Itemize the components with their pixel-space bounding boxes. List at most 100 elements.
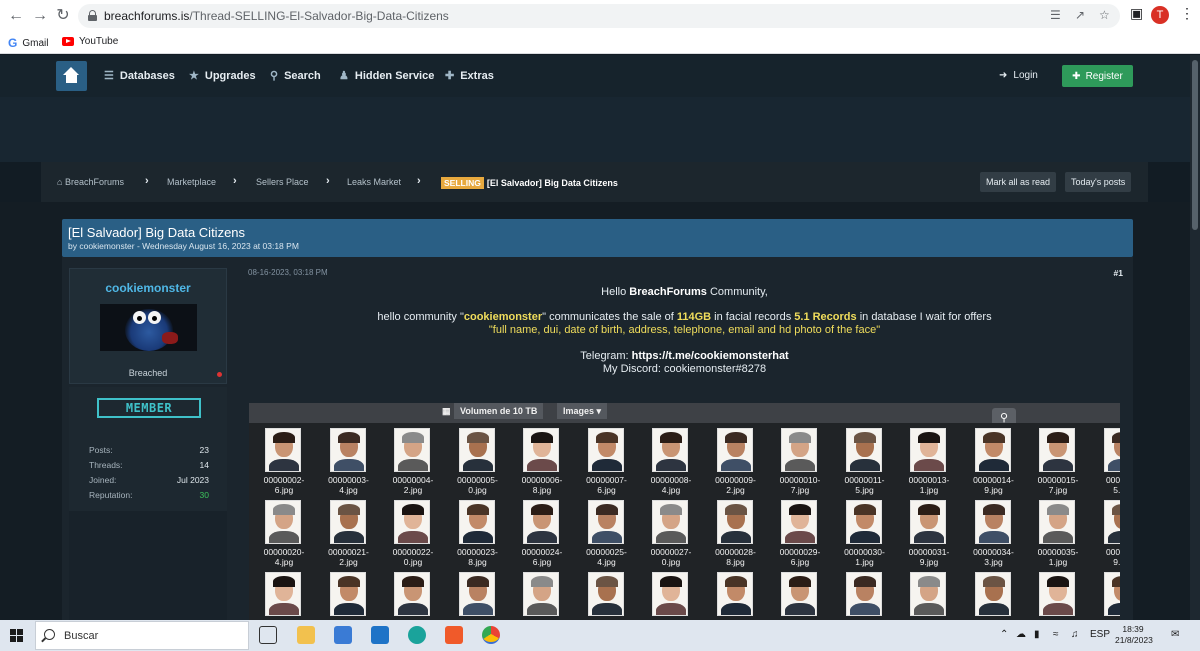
task-view-icon[interactable]	[259, 626, 277, 644]
image-thumbnail: 00000029- 6.jpg	[770, 500, 830, 570]
user-secret-icon: ♟	[339, 70, 349, 82]
telegram-link[interactable]: https://t.me/cookiemonsterhat	[632, 350, 789, 362]
face-photo	[974, 500, 1011, 544]
file-name: 00000006- 8.jpg	[521, 475, 563, 495]
kebab-menu-icon[interactable]: ⋮	[1180, 5, 1194, 22]
translate-icon[interactable]: ☰	[1050, 8, 1061, 22]
face-photo	[781, 572, 817, 616]
header-banner	[0, 97, 1200, 162]
face-photo	[910, 428, 946, 472]
volume-icon[interactable]: ♫	[1071, 629, 1079, 640]
face-photo	[974, 428, 1011, 472]
explorer-tab-volume: Volumen de 10 TB	[454, 403, 544, 419]
breadcrumb-leaks-market[interactable]: Leaks Market	[347, 177, 401, 187]
file-name: 00000004- 2.jpg	[392, 475, 434, 495]
nav-extras[interactable]: ✚ Extras	[445, 69, 494, 83]
back-arrow-icon[interactable]: ←	[6, 6, 26, 26]
bookmark-star-icon[interactable]: ☆	[1099, 8, 1110, 22]
chevron-right-icon: ›	[233, 175, 237, 187]
breadcrumb-home[interactable]: ⌂ BreachForums	[57, 177, 124, 187]
wifi-icon[interactable]: ≈	[1053, 629, 1059, 640]
image-thumbnail: 00000003- 4.jpg	[319, 428, 379, 498]
file-name: 0000036 9.jpg	[1105, 547, 1120, 567]
author-username[interactable]: cookiemonster	[70, 281, 226, 295]
author-stats: MEMBER Posts: 23 Threads: 14 Joined: Jul 20…	[69, 387, 227, 511]
notification-icon[interactable]: ✉	[1171, 629, 1179, 640]
file-name: 00000003- 4.jpg	[328, 475, 369, 495]
face-photo	[265, 572, 301, 616]
side-panel-icon[interactable]: ▣	[1130, 5, 1143, 22]
image-thumbnail	[512, 572, 572, 620]
image-thumbnail	[706, 572, 766, 620]
battery-icon[interactable]: ▮	[1034, 629, 1040, 640]
image-thumbnail: 00000024- 6.jpg	[512, 500, 572, 570]
share-icon[interactable]: ↗	[1075, 8, 1085, 22]
address-bar[interactable]: breachforums.is/Thread-SELLING-El-Salvad…	[78, 4, 1120, 28]
stat-row: Posts: 23	[89, 445, 209, 455]
nav-label: Upgrades	[204, 69, 256, 82]
post-number[interactable]: #1	[1114, 268, 1123, 278]
face-photo	[716, 500, 753, 544]
post-line-2: "full name, dui, date of birth, address,…	[488, 324, 881, 336]
reload-icon[interactable]: ↻	[53, 6, 73, 26]
bookmark-label: YouTube	[79, 36, 119, 47]
file-name: 00000020- 4.jpg	[263, 547, 305, 567]
home-button[interactable]	[56, 61, 87, 91]
file-name: 00000007- 6.jpg	[586, 475, 627, 495]
nav-label: Search	[284, 69, 321, 82]
image-thumbnail	[319, 572, 379, 620]
image-thumbnail	[1093, 572, 1120, 620]
todays-posts-button[interactable]: Today's posts	[1065, 172, 1132, 192]
face-photo	[845, 500, 882, 544]
mail-icon[interactable]	[371, 626, 389, 644]
breadcrumb-sellers-place[interactable]: Sellers Place	[256, 177, 309, 187]
register-button[interactable]: ✚ Register	[1062, 65, 1133, 87]
forward-arrow-icon[interactable]: →	[30, 6, 50, 26]
image-thumbnail: 00000035- 1.jpg	[1028, 500, 1088, 570]
mark-all-read-button[interactable]: Mark all as read	[980, 172, 1057, 192]
face-photo	[1103, 572, 1120, 616]
file-name: 00000002- 6.jpg	[263, 475, 305, 495]
taskbar-search-input[interactable]: Buscar	[35, 621, 249, 650]
taskbar-clock[interactable]: 18:39 21/8/2023	[1115, 624, 1153, 646]
chrome-icon[interactable]	[482, 626, 500, 644]
face-photo	[910, 572, 946, 616]
file-name: 00000028- 8.jpg	[715, 547, 756, 567]
windows-taskbar: Buscar ⌃ ☁ ▮ ≈ ♫ ESP 18:39 21/8/2023 ✉	[0, 620, 1200, 651]
bookmark-youtube[interactable]: YouTube	[62, 36, 118, 47]
file-name: 00000029- 6.jpg	[779, 547, 821, 567]
login-link[interactable]: ➜ Login	[999, 70, 1038, 81]
nav-hidden-service[interactable]: ♟ Hidden Service	[339, 69, 434, 83]
thread-title: [El Salvador] Big Data Citizens	[68, 225, 246, 240]
breadcrumb-marketplace[interactable]: Marketplace	[167, 177, 216, 187]
image-thumbnail: 00000030- 1.jpg	[835, 500, 895, 570]
face-photo	[458, 500, 495, 544]
face-photo	[587, 500, 624, 544]
face-photo	[329, 428, 366, 472]
face-photo	[716, 572, 753, 616]
scrollbar-thumb[interactable]	[1192, 60, 1198, 230]
lock-icon	[88, 10, 97, 21]
google-icon: G	[8, 36, 18, 50]
cloud-icon[interactable]: ☁	[1016, 629, 1026, 640]
image-thumbnail: 00000002- 6.jpg	[254, 428, 314, 498]
face-photo	[1039, 428, 1075, 472]
chevron-up-icon[interactable]: ⌃	[1000, 629, 1008, 640]
file-explorer-icon[interactable]	[297, 626, 315, 644]
edge-icon[interactable]	[408, 626, 426, 644]
nav-upgrades[interactable]: ★ Upgrades	[189, 69, 256, 83]
login-label: Login	[1013, 70, 1038, 81]
profile-avatar[interactable]: T	[1151, 6, 1169, 24]
image-thumbnail: 00000027- 0.jpg	[641, 500, 701, 570]
face-photo	[587, 572, 624, 616]
image-thumbnail: 00000025- 4.jpg	[577, 500, 637, 570]
bookmark-gmail[interactable]: G Gmail	[8, 36, 48, 50]
brave-icon[interactable]	[445, 626, 463, 644]
windows-start-icon[interactable]	[10, 629, 23, 642]
nav-search[interactable]: ⚲ Search	[270, 69, 321, 83]
nav-databases[interactable]: ☰ Databases	[104, 69, 175, 83]
url-text: breachforums.is/Thread-SELLING-El-Salvad…	[104, 9, 449, 23]
language-indicator[interactable]: ESP	[1090, 629, 1110, 640]
file-name: 00000023- 8.jpg	[457, 547, 498, 567]
store-icon[interactable]	[334, 626, 352, 644]
